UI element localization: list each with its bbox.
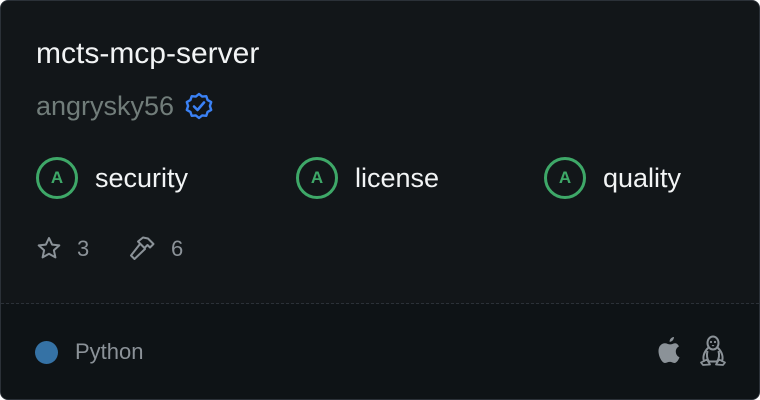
author-row: angrysky56 — [36, 88, 214, 124]
verified-badge-icon — [184, 91, 214, 121]
grade-label: license — [355, 162, 440, 193]
author-name[interactable]: angrysky56 — [36, 91, 174, 122]
card-footer: Python — [1, 304, 759, 399]
grade-security: A security — [36, 154, 188, 202]
card-header: mcts-mcp-server angrysky56 A security A … — [1, 1, 759, 303]
language-color-dot — [35, 340, 58, 364]
linux-icon — [698, 334, 728, 368]
grade-license: A license — [296, 154, 439, 202]
repo-title[interactable]: mcts-mcp-server — [36, 34, 259, 74]
apple-icon — [655, 334, 683, 366]
grade-badge: A — [296, 157, 338, 199]
grade-label: quality — [603, 162, 682, 193]
language-tag: Python — [35, 337, 144, 367]
grade-quality: A quality — [544, 154, 681, 202]
tools-stat: 6 — [127, 233, 183, 265]
grade-badge: A — [36, 157, 78, 199]
grade-badge: A — [544, 157, 586, 199]
star-icon — [35, 235, 63, 263]
grade-label: security — [95, 162, 189, 193]
stars-count: 3 — [77, 236, 90, 261]
stars-stat: 3 — [35, 233, 89, 265]
hammer-icon — [127, 234, 157, 264]
tools-count: 6 — [171, 236, 184, 261]
language-name: Python — [75, 339, 144, 364]
server-card[interactable]: mcts-mcp-server angrysky56 A security A … — [0, 0, 760, 400]
